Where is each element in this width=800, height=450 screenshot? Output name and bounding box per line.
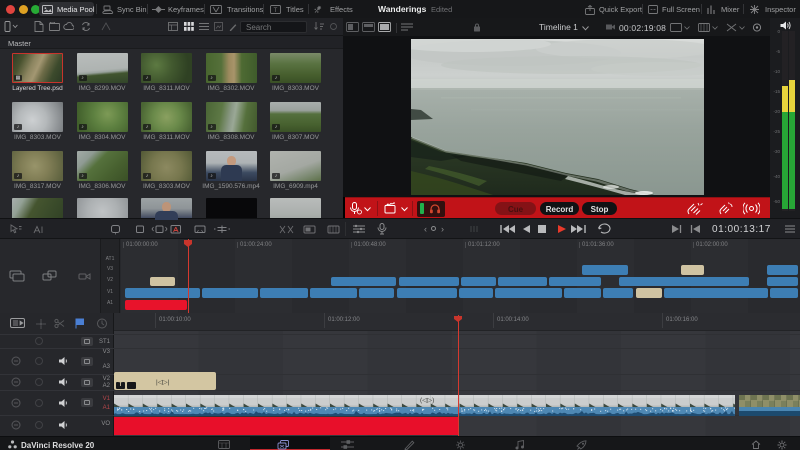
svg-text:T: T [274,7,278,13]
